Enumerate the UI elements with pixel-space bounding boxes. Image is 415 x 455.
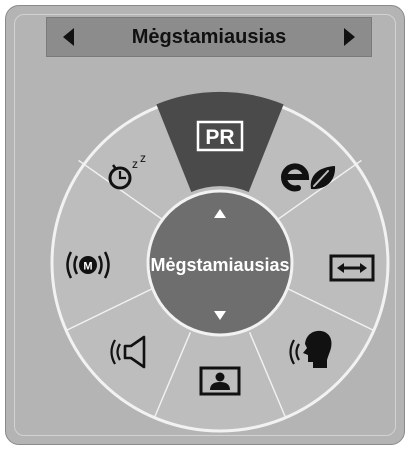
svg-text:z: z: [140, 151, 146, 165]
pr-label: PR: [205, 126, 234, 149]
pr-icon[interactable]: PR: [196, 120, 244, 152]
dial-center-label: Mėgstamiausias: [150, 255, 289, 275]
svg-text:M: M: [83, 261, 92, 273]
svg-text:z: z: [132, 157, 138, 171]
quick-menu-dial: Mėgstamiausias PR M z z: [50, 91, 390, 433]
